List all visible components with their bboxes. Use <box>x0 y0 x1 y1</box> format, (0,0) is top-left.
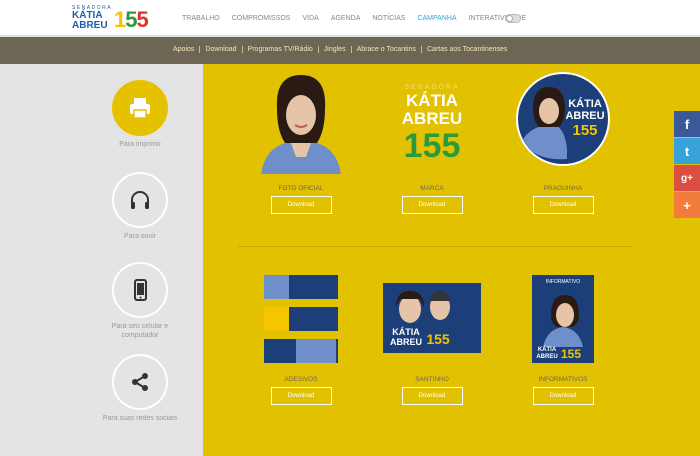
printer-icon <box>130 98 150 119</box>
plus-icon: + <box>683 197 691 213</box>
download-item-santinho: KÁTIA ABREU 155 SANTINHO Download <box>372 269 492 405</box>
download-item-praguinha: KÁTIA ABREU 155 PRAGUINHA Download <box>503 69 623 214</box>
download-grid: FOTO OFICIAL Download SENADORA KÁTIA ABR… <box>203 64 700 456</box>
facebook-icon: f <box>684 116 690 132</box>
sidebar-label: Para suas redes sociais <box>102 415 178 422</box>
main-nav: TRABALHO COMPROMISSOS VIDA AGENDA NOTÍCI… <box>182 15 538 22</box>
svg-text:KÁTIA: KÁTIA <box>392 327 420 337</box>
svg-text:KÁTIA: KÁTIA <box>538 346 557 353</box>
nav-item-campanha[interactable]: CAMPANHA <box>417 15 456 22</box>
sidebar-circle[interactable] <box>112 80 168 136</box>
sidebar-item-imprimir[interactable]: Para imprimir <box>95 80 185 149</box>
subnav-item-cartas[interactable]: Cartas aos Tocantinenses <box>422 46 512 53</box>
download-item-adesivos: ADESIVOS Download <box>241 269 361 405</box>
download-categories-sidebar: Para imprimir Para ouvir Para seu celula… <box>0 64 209 456</box>
googleplus-icon: g+ <box>681 172 693 184</box>
sidebar-item-celular[interactable]: Para seu celular e computador <box>95 262 185 340</box>
facebook-share-button[interactable]: f <box>674 111 700 137</box>
subnav-item-apoios[interactable]: Apoios <box>173 46 201 53</box>
sidebar-label: Para imprimir <box>119 141 161 148</box>
download-button[interactable]: Download <box>270 196 332 214</box>
svg-text:INFORMATIVO: INFORMATIVO <box>546 279 580 285</box>
brochure-image: INFORMATIVO KÁTIA ABREU 155 <box>532 275 594 363</box>
subnav-item-download[interactable]: Download <box>200 46 243 53</box>
download-item-informativos: INFORMATIVO KÁTIA ABREU 155 INFORMATIVOS… <box>503 269 623 405</box>
download-button[interactable]: Download <box>532 196 594 214</box>
nav-item-vida[interactable]: VIDA <box>302 15 318 22</box>
nav-item-agenda[interactable]: AGENDA <box>331 15 361 22</box>
item-label: FOTO OFICIAL <box>278 185 324 192</box>
smartphone-icon <box>134 279 147 301</box>
sidebar-item-ouvir[interactable]: Para ouvir <box>95 172 185 241</box>
subnav-item-jingles[interactable]: Jingles <box>319 46 352 53</box>
item-label: SANTINHO <box>415 376 449 383</box>
sidebar-label: Para ouvir <box>124 233 156 240</box>
headphones-icon <box>131 191 149 209</box>
subnav-item-programas[interactable]: Programas TV/Rádio <box>243 46 319 53</box>
svg-text:KÁTIA: KÁTIA <box>568 97 602 110</box>
sidebar-circle[interactable] <box>112 262 168 318</box>
item-label: ADESIVOS <box>284 376 318 383</box>
svg-text:ABREU: ABREU <box>565 110 604 122</box>
sidebar-item-redes[interactable]: Para suas redes sociais <box>95 354 185 423</box>
svg-text:155: 155 <box>426 331 450 347</box>
more-share-button[interactable]: + <box>674 192 700 218</box>
contrast-toggle[interactable] <box>505 14 521 23</box>
sidebar-label: Para seu celular e computador <box>111 323 169 339</box>
logo-number: 155 <box>114 7 149 32</box>
svg-text:SENADORA: SENADORA <box>404 84 459 91</box>
nav-item-noticias[interactable]: NOTÍCIAS <box>372 15 405 22</box>
svg-text:KÁTIA: KÁTIA <box>406 91 458 110</box>
item-label: PRAGUINHA <box>543 185 583 192</box>
sidebar-circle[interactable] <box>112 172 168 228</box>
subnav-item-abrace[interactable]: Abrace o Tocantins <box>352 46 422 53</box>
svg-text:ABREU: ABREU <box>402 109 462 128</box>
download-button[interactable]: Download <box>401 387 463 405</box>
social-share-bar: f t g+ + <box>674 111 700 219</box>
badge-image: KÁTIA ABREU 155 <box>516 72 610 166</box>
share-icon <box>132 373 148 391</box>
stickers-image <box>264 275 338 363</box>
download-item-marca: SENADORA KÁTIA ABREU 155 MARCA Download <box>372 69 492 214</box>
svg-text:155: 155 <box>561 347 581 361</box>
download-button[interactable]: Download <box>532 387 594 405</box>
svg-text:ABREU: ABREU <box>390 337 422 347</box>
nav-item-trabalho[interactable]: TRABALHO <box>182 15 220 22</box>
download-item-foto: FOTO OFICIAL Download <box>241 69 361 214</box>
download-button[interactable]: Download <box>401 196 463 214</box>
item-label: MARCA <box>420 185 444 192</box>
googleplus-share-button[interactable]: g+ <box>674 165 700 191</box>
brand-mark-image: SENADORA KÁTIA ABREU 155 <box>402 84 462 165</box>
twitter-icon: t <box>684 143 690 159</box>
official-photo-image <box>261 75 341 174</box>
campaign-card-image: KÁTIA ABREU 155 <box>383 283 481 353</box>
twitter-share-button[interactable]: t <box>674 138 700 164</box>
sidebar-circle[interactable] <box>112 354 168 410</box>
svg-text:155: 155 <box>404 127 461 165</box>
toggle-knob <box>506 15 513 22</box>
nav-item-compromissos[interactable]: COMPROMISSOS <box>232 15 291 22</box>
site-logo[interactable]: SENADORA KÁTIA ABREU 155 <box>72 5 162 33</box>
section-divider <box>238 246 632 247</box>
logo-name: KÁTIA ABREU <box>72 10 108 31</box>
svg-text:ABREU: ABREU <box>536 354 557 360</box>
sub-nav: Apoios Download Programas TV/Rádio Jingl… <box>0 37 700 64</box>
top-header: SENADORA KÁTIA ABREU 155 TRABALHO COMPRO… <box>0 0 700 36</box>
svg-text:155: 155 <box>572 122 597 139</box>
item-label: INFORMATIVOS <box>538 376 588 383</box>
download-button[interactable]: Download <box>270 387 332 405</box>
